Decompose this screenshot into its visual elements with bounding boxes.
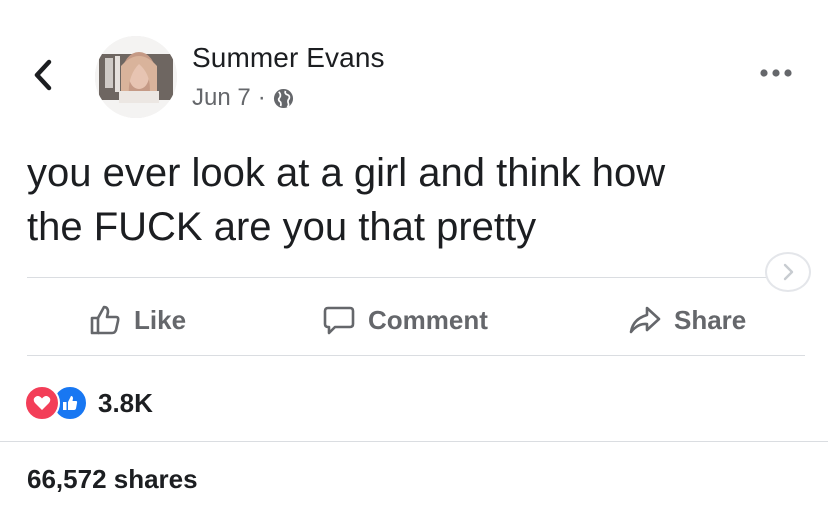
avatar[interactable] [95,36,177,118]
like-icon [90,305,120,335]
share-count[interactable]: 66,572 shares [27,464,198,495]
next-button[interactable] [765,252,811,292]
share-icon [629,306,661,334]
share-button[interactable]: Share [628,300,746,340]
reactions-summary[interactable]: 3.8K [24,385,153,421]
post-meta: Jun 7 · [192,84,294,112]
like-label: Like [134,304,187,335]
comment-label: Comment [368,304,488,335]
like-button[interactable]: Like [88,300,186,340]
profile-photo [95,36,177,118]
back-icon[interactable] [30,57,56,93]
post-date[interactable]: Jun 7 [192,84,251,112]
divider [27,277,805,278]
author-name[interactable]: Summer Evans [192,42,385,74]
post-text: you ever look at a girl and think how th… [27,146,807,254]
share-label: Share [674,304,747,335]
meta-separator: · [257,84,266,111]
divider [27,355,805,356]
chevron-right-icon [783,263,794,281]
post-text-line: the FUCK are you that pretty [27,205,537,249]
reaction-count: 3.8K [98,387,153,418]
more-icon[interactable] [758,66,794,80]
divider [0,441,828,442]
comment-icon [323,306,355,335]
comment-button[interactable]: Comment [322,300,488,340]
love-reaction-icon [24,385,60,421]
post-text-line: you ever look at a girl and think how [27,151,666,195]
globe-icon [273,88,293,108]
